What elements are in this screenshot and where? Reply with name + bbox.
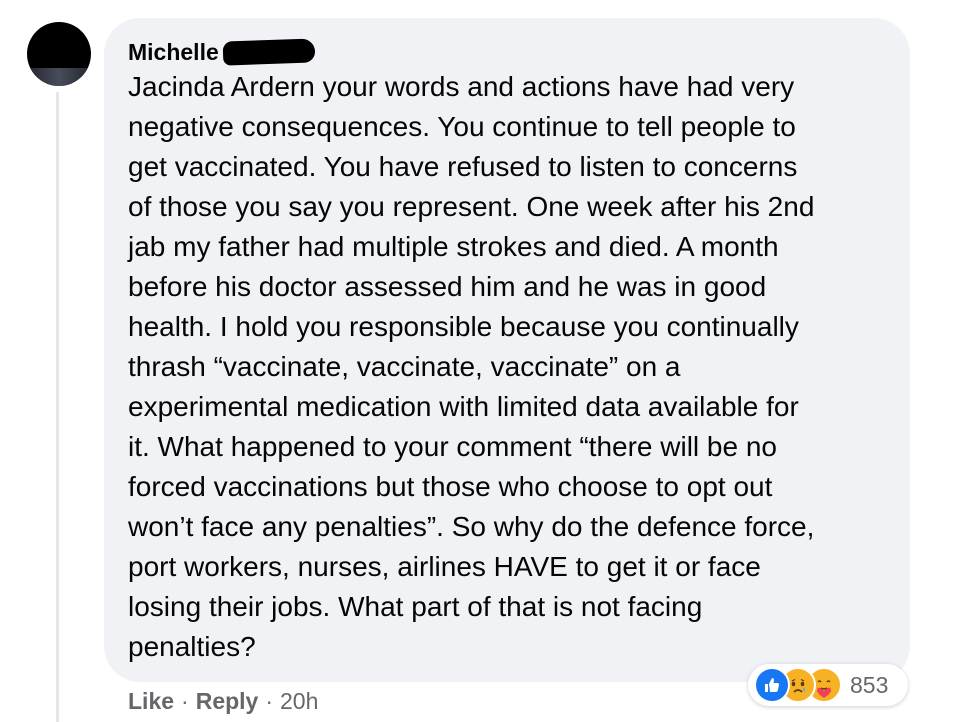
author-name[interactable]: Michelle — [128, 39, 219, 66]
thread-line — [56, 92, 59, 722]
redaction-mark — [222, 38, 316, 66]
separator: · — [181, 687, 189, 714]
comment-timestamp[interactable]: 20h — [280, 688, 318, 715]
reactions-summary[interactable]: 853 — [748, 664, 908, 706]
avatar-shade — [27, 68, 91, 86]
like-icon — [754, 667, 790, 703]
reply-button[interactable]: Reply — [196, 688, 259, 715]
avatar[interactable] — [27, 22, 91, 86]
reaction-count[interactable]: 853 — [850, 672, 888, 699]
separator: · — [265, 687, 274, 714]
comment-author[interactable]: Michelle — [128, 37, 316, 67]
comment-actions: Like · Reply · 20h — [128, 686, 318, 716]
comment-text: Jacinda Ardern your words and actions ha… — [128, 71, 815, 662]
like-button[interactable]: Like — [128, 688, 174, 715]
